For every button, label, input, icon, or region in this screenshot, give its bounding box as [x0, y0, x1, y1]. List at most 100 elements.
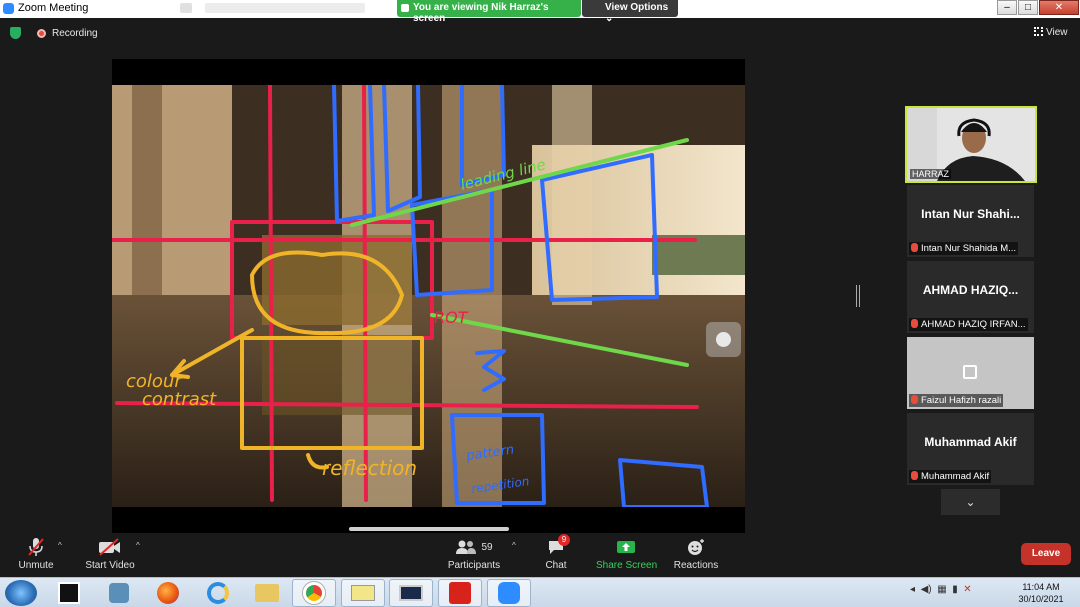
panel-resize-handle[interactable] [856, 285, 860, 307]
participant-display-name: Muhammad Akif [924, 435, 1017, 449]
participant-tile[interactable]: Intan Nur Shahi... Intan Nur Shahida M..… [907, 185, 1034, 257]
chat-button[interactable]: 9 Chat [538, 534, 574, 571]
muted-microphone-icon [14, 536, 58, 558]
participant-name: Muhammad Akif [921, 471, 990, 482]
firefox-icon[interactable] [146, 579, 190, 607]
pillar-3 [552, 85, 592, 305]
chat-label: Chat [545, 560, 567, 571]
windows-taskbar: ◂ ◀) ▦ ▮ ✕ 11:04 AM 30/10/2021 [0, 577, 1080, 607]
share-screen-label: Share Screen [596, 560, 658, 571]
meeting-toolbar: Unmute ^ Start Video ^ 59 Participants ^… [0, 533, 1080, 577]
participants-count: 59 [481, 541, 493, 553]
unmute-label: Unmute [18, 560, 54, 571]
clock-date: 30/10/2021 [1018, 594, 1064, 604]
muted-mic-icon [911, 395, 918, 404]
participant-name-bar: Muhammad Akif [909, 470, 992, 483]
participants-button[interactable]: 59 Participants [447, 536, 501, 571]
participant-display-name: Intan Nur Shahi... [921, 207, 1020, 221]
zoom-icon[interactable] [487, 579, 531, 607]
smiley-plus-icon [672, 536, 720, 558]
share-banner-text: You are viewing Nik Harraz's screen [413, 2, 549, 24]
view-options-button[interactable]: View Options ⌄ [582, 0, 678, 24]
chat-icon: 9 [538, 534, 574, 558]
background-tab [205, 3, 365, 13]
close-button[interactable]: ✕ [1039, 0, 1079, 15]
minimize-button[interactable]: – [997, 0, 1017, 15]
zoom-app-icon [3, 3, 14, 14]
background-tab-icon [180, 3, 192, 13]
audio-options-caret[interactable]: ^ [58, 541, 62, 550]
participant-tile[interactable]: Faizul Hafizh razali [907, 337, 1034, 409]
participant-name: AHMAD HAZIQ IRFAN... [921, 319, 1026, 330]
taskbar-app-notes-icon[interactable] [341, 579, 385, 607]
annotated-photo-svg: leading line ROT colour contrast reflect… [112, 85, 745, 507]
annotation-contrast: contrast [142, 389, 217, 410]
muted-mic-icon [911, 243, 918, 252]
internet-explorer-icon[interactable] [196, 579, 240, 607]
participant-name-bar: AHMAD HAZIQ IRFAN... [909, 318, 1028, 331]
chevron-down-icon: ⌄ [965, 495, 976, 509]
no-video-person-icon [963, 365, 977, 379]
share-scrollbar[interactable] [349, 527, 509, 531]
shared-screen: leading line ROT colour contrast reflect… [112, 59, 745, 533]
grid-icon [1034, 27, 1043, 36]
adobe-acrobat-icon[interactable] [438, 579, 482, 607]
screen-share-icon [401, 4, 409, 12]
participant-video-tile[interactable]: HARRAZ [905, 106, 1037, 183]
reactions-label: Reactions [673, 560, 719, 571]
start-video-label: Start Video [85, 560, 135, 571]
chevron-down-icon: ⌄ [605, 13, 614, 24]
network-icon: ▦ [937, 584, 947, 595]
video-options-caret[interactable]: ^ [136, 541, 140, 550]
shield-icon[interactable] [10, 27, 21, 39]
start-video-button[interactable]: Start Video [84, 536, 136, 571]
muted-mic-icon [911, 319, 918, 328]
annotation-toggle-button[interactable] [706, 322, 741, 357]
taskbar-app-monitor-icon[interactable] [389, 579, 433, 607]
maximize-button[interactable]: □ [1018, 0, 1038, 15]
participant-name-label: HARRAZ [910, 169, 952, 179]
file-explorer-icon[interactable] [245, 579, 289, 607]
participants-label: Participants [447, 560, 501, 571]
power-icon: ▮ [952, 584, 958, 595]
taskbar-app-d-icon[interactable] [47, 579, 91, 607]
reactions-button[interactable]: Reactions [672, 536, 720, 571]
zoom-window: Zoom Meeting You are viewing Nik Harraz'… [0, 0, 1080, 577]
participant-tile[interactable]: AHMAD HAZIQ... AHMAD HAZIQ IRFAN... [907, 261, 1034, 333]
window-title: Zoom Meeting [18, 2, 89, 14]
participant-display-name: AHMAD HAZIQ... [922, 283, 1019, 297]
volume-icon: ◀) [920, 584, 932, 595]
children-group [262, 235, 412, 325]
view-options-label: View Options [605, 2, 669, 13]
meeting-top-bar: Recording View [0, 24, 1080, 44]
clock-time: 11:04 AM [1022, 582, 1060, 592]
next-participants-button[interactable]: ⌄ [941, 489, 1000, 515]
title-bar: Zoom Meeting You are viewing Nik Harraz'… [0, 0, 1080, 24]
participant-name-bar: Intan Nur Shahida M... [909, 242, 1019, 255]
participant-tile[interactable]: Muhammad Akif Muhammad Akif [907, 413, 1034, 485]
view-button[interactable]: View [1034, 27, 1068, 38]
taskbar-app-tool-icon[interactable] [97, 579, 141, 607]
taskbar-clock[interactable]: 11:04 AM 30/10/2021 [1010, 581, 1072, 605]
view-label: View [1046, 27, 1068, 38]
participants-icon: 59 [447, 536, 501, 558]
video-off-icon [84, 536, 136, 558]
start-button[interactable] [5, 580, 37, 606]
annotation-reflection: reflection [322, 456, 417, 480]
participant-name: Faizul Hafizh razali [921, 395, 1002, 406]
participant-name: Intan Nur Shahida M... [921, 243, 1017, 254]
share-screen-icon [596, 536, 656, 558]
leave-button[interactable]: Leave [1021, 543, 1071, 565]
viewing-share-banner: You are viewing Nik Harraz's screen [397, 0, 581, 24]
participants-options-caret[interactable]: ^ [512, 541, 516, 550]
recording-label: Recording [52, 28, 98, 39]
shared-photo: leading line ROT colour contrast reflect… [112, 85, 745, 507]
pillar-2 [442, 85, 502, 507]
recording-icon [37, 29, 46, 38]
system-tray[interactable]: ◂ ◀) ▦ ▮ ✕ [910, 584, 972, 595]
chrome-icon[interactable] [292, 579, 336, 607]
share-screen-button[interactable]: Share Screen [596, 536, 658, 571]
annotation-rot: ROT [434, 308, 469, 327]
unmute-button[interactable]: Unmute [14, 536, 58, 571]
chat-unread-badge: 9 [558, 534, 570, 546]
